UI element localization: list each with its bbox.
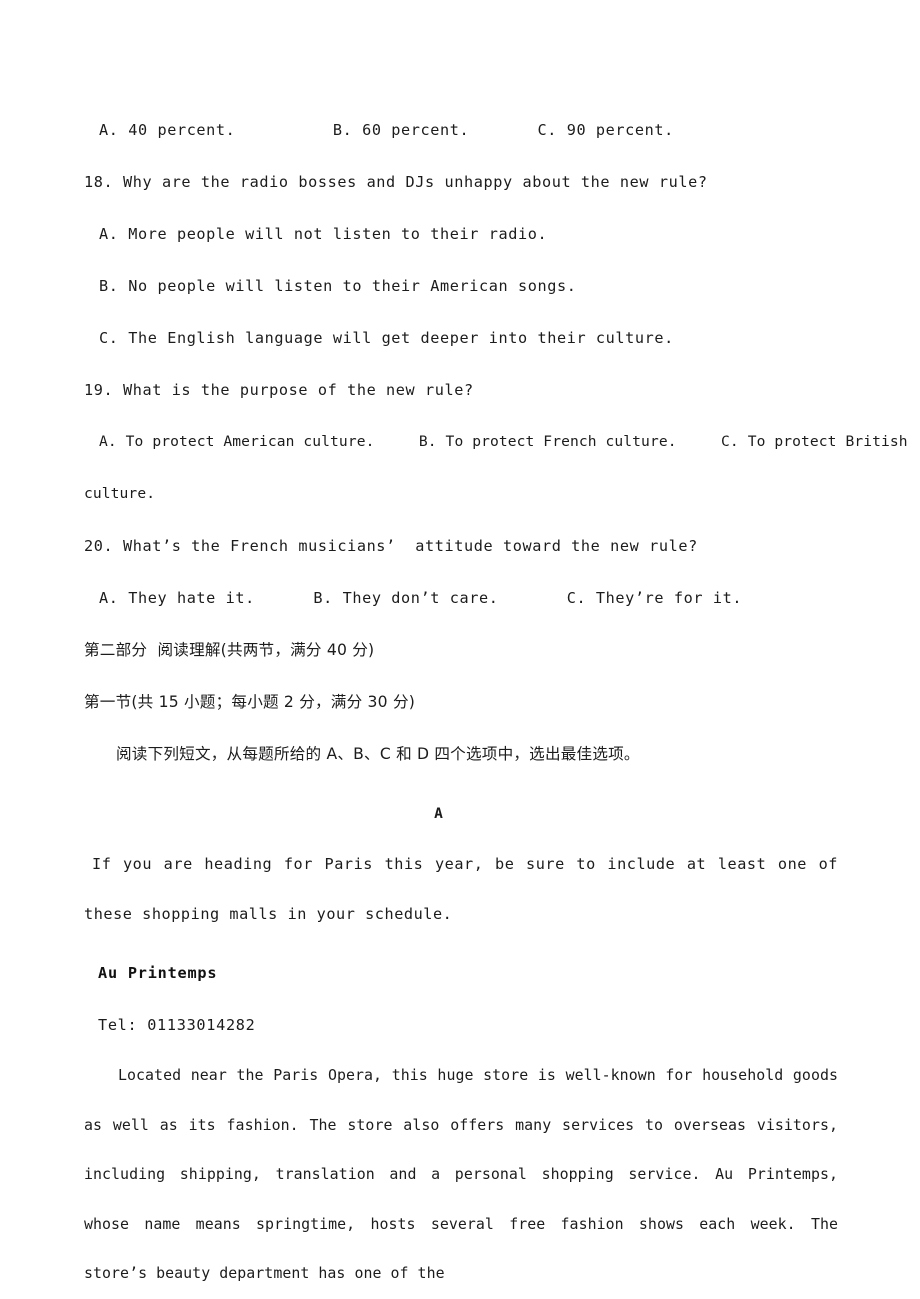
question-19-stem: 19. What is the purpose of the new rule? (84, 381, 474, 399)
page-content: A. 40 percent. B. 60 percent. C. 90 perc… (84, 104, 908, 1299)
document-page: A. 40 percent. B. 60 percent. C. 90 perc… (0, 0, 920, 1282)
section-one-heading: 第一节(共 15 小题；每小题 2 分，满分 30 分) (84, 693, 416, 711)
question-19-options-continuation: culture. (84, 485, 156, 502)
question-18-stem: 18. Why are the radio bosses and DJs unh… (84, 173, 708, 191)
question-18-option-c: C. The English language will get deeper … (99, 329, 674, 347)
question-20-options-line: A. They hate it. B. They don’t care. C. … (99, 589, 743, 607)
question-18-option-a: A. More people will not listen to their … (99, 225, 548, 243)
store-telephone: Tel: 01133014282 (98, 1016, 256, 1034)
question-19-options-line: A. To protect American culture. B. To pr… (99, 433, 908, 450)
part-two-heading: 第二部分 阅读理解(共两节，满分 40 分) (84, 641, 375, 659)
passage-letter-heading: A (434, 806, 443, 822)
store-name-heading: Au Printemps (98, 964, 218, 982)
passage-description-paragraph: Located near the Paris Opera, this huge … (84, 1066, 838, 1282)
reading-instruction: 阅读下列短文，从每题所给的 A、B、C 和 D 四个选项中，选出最佳选项。 (116, 745, 640, 763)
passage-intro-paragraph: If you are heading for Paris this year, … (84, 855, 838, 923)
question-18-option-b: B. No people will listen to their Americ… (99, 277, 577, 295)
question-20-stem: 20. What’s the French musicians’ attitud… (84, 537, 698, 555)
q17-options-line: A. 40 percent. B. 60 percent. C. 90 perc… (99, 121, 674, 139)
